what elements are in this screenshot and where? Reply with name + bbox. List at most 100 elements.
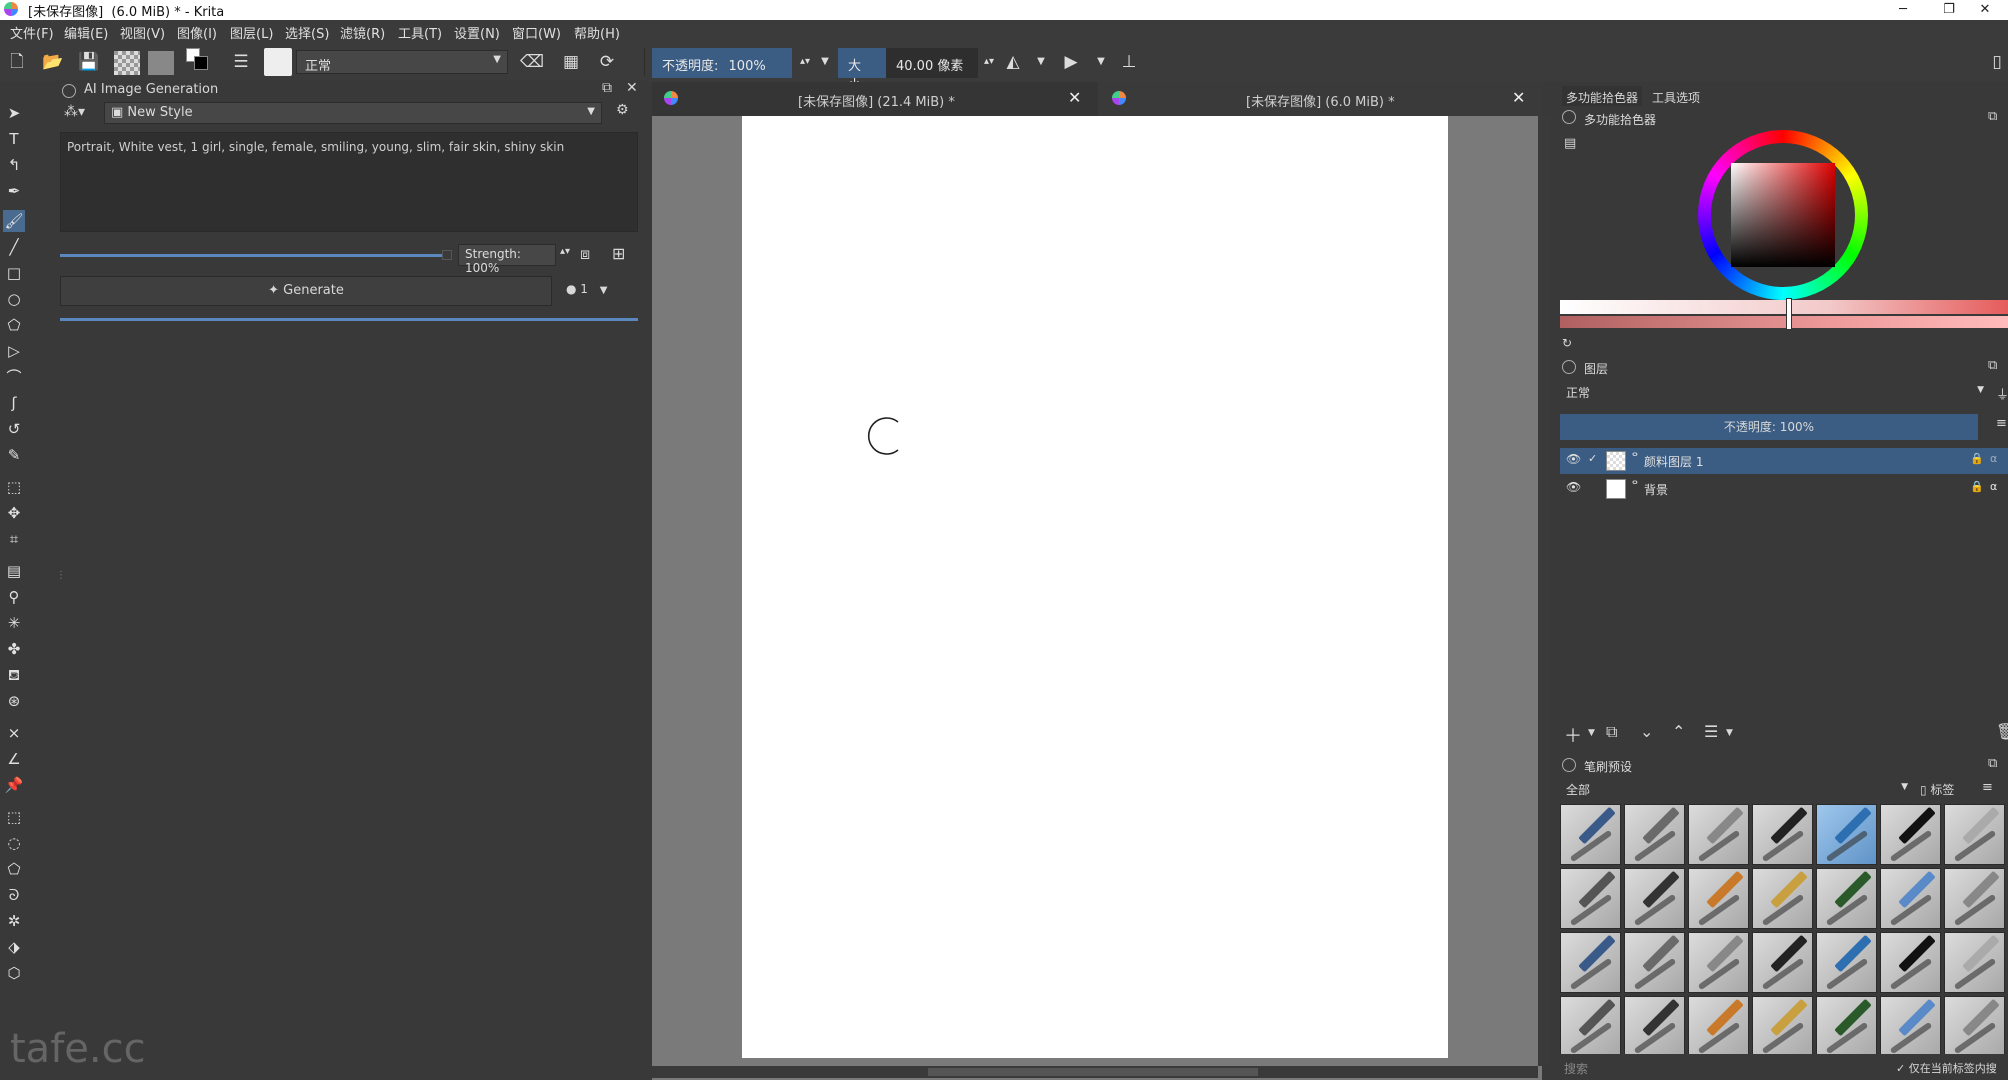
horizontal-scroll-thumb[interactable] bbox=[928, 1068, 1258, 1076]
close-window-button[interactable]: ✕ bbox=[1962, 0, 2008, 20]
reload-preset-icon[interactable]: ⟳ bbox=[596, 51, 618, 73]
chevron-down-icon[interactable]: ▼ bbox=[1726, 728, 1733, 738]
brush-preset-item[interactable] bbox=[1624, 804, 1685, 865]
toggle-docker-icon[interactable]: ▯ bbox=[1986, 51, 2008, 73]
vertical-scrollbar[interactable] bbox=[1538, 116, 1550, 1066]
filter-icon[interactable]: ⏚ bbox=[1996, 384, 2008, 403]
strength-slider[interactable] bbox=[60, 254, 442, 257]
brush-preset-item[interactable] bbox=[1944, 804, 2005, 865]
transform-tool-icon[interactable]: ⬚ bbox=[3, 476, 25, 498]
strength-slider-handle[interactable] bbox=[442, 250, 452, 260]
splitter-handle[interactable]: ⋮ bbox=[56, 570, 66, 581]
docker-lock-icon[interactable] bbox=[1562, 110, 1576, 124]
opacity-slider[interactable]: 不透明度: 100% bbox=[652, 48, 792, 78]
blend-mode-select[interactable]: 正常 ▼ bbox=[296, 50, 508, 74]
brush-preset-item[interactable] bbox=[1944, 996, 2005, 1054]
document-tab-1[interactable]: [未保存图像] (21.4 MiB) * ✕ bbox=[652, 82, 1098, 116]
brush-preset-item[interactable] bbox=[1560, 804, 1621, 865]
float-docker-icon[interactable]: ⧉ bbox=[1988, 109, 1997, 124]
reference-tool-icon[interactable]: 📌 bbox=[3, 774, 25, 796]
brush-preset-item[interactable] bbox=[1880, 804, 1941, 865]
assistant-tool-icon[interactable]: ⨯ bbox=[3, 722, 25, 744]
tab-advanced-color-selector[interactable]: 多功能拾色器 bbox=[1562, 86, 1642, 106]
strength-spinbox[interactable]: Strength: 100% bbox=[458, 244, 556, 275]
eraser-mode-icon[interactable]: ⌫ bbox=[520, 51, 544, 73]
brush-filter-select[interactable]: 全部 ▼ bbox=[1560, 780, 1914, 800]
docker-lock-icon[interactable] bbox=[62, 84, 76, 98]
close-tab-icon[interactable]: ✕ bbox=[1068, 88, 1081, 107]
dynamic-brush-tool-icon[interactable]: ↺ bbox=[3, 418, 25, 440]
polygon-select-tool-icon[interactable]: ⬠ bbox=[3, 858, 25, 880]
rectangle-tool-icon[interactable]: □ bbox=[3, 262, 25, 284]
prompt-input[interactable]: Portrait, White vest, 1 girl, single, fe… bbox=[60, 132, 638, 232]
brush-preset-item[interactable] bbox=[1752, 996, 1813, 1054]
gradient-swatch[interactable] bbox=[114, 51, 140, 75]
shade-bar-1[interactable] bbox=[1560, 300, 2008, 314]
minimize-button[interactable]: ─ bbox=[1880, 0, 1926, 20]
brush-preset-item[interactable] bbox=[1816, 996, 1877, 1054]
calligraphy-tool-icon[interactable]: ✒ bbox=[3, 180, 25, 202]
generate-button[interactable]: ✦ Generate bbox=[60, 276, 552, 306]
menu-help[interactable]: 帮助(H) bbox=[574, 23, 620, 42]
bezier-select-tool-icon[interactable]: ⬡ bbox=[3, 962, 25, 984]
similar-select-tool-icon[interactable]: ⬗ bbox=[3, 936, 25, 958]
wrap-around-icon[interactable]: ⊥ bbox=[1118, 51, 1140, 73]
enclose-fill-tool-icon[interactable]: ⊛ bbox=[3, 690, 25, 712]
menu-edit[interactable]: 编辑(E) bbox=[64, 23, 108, 42]
polyline-tool-icon[interactable]: ▷ bbox=[3, 340, 25, 362]
line-tool-icon[interactable]: ╱ bbox=[3, 236, 25, 258]
brush-preset-item[interactable] bbox=[1560, 932, 1621, 993]
refresh-icon[interactable]: ↻ bbox=[1562, 336, 1572, 350]
style-select[interactable]: ▣ New Style ▼ bbox=[104, 102, 602, 124]
freehand-path-tool-icon[interactable]: ʃ bbox=[3, 392, 25, 414]
docker-lock-icon[interactable] bbox=[1562, 758, 1576, 772]
add-region-icon[interactable]: ⊞ bbox=[612, 244, 625, 263]
size-spin-icon[interactable]: ▴▾ bbox=[978, 51, 1000, 73]
freehand-select-tool-icon[interactable]: ᘐ bbox=[3, 884, 25, 906]
brush-preset-item[interactable] bbox=[1688, 932, 1749, 993]
open-folder-icon[interactable]: 📂 bbox=[42, 51, 64, 73]
edit-shape-tool-icon[interactable]: ↰ bbox=[3, 154, 25, 176]
fg-bg-color-swatch[interactable] bbox=[186, 48, 208, 70]
text-tool-icon[interactable]: T bbox=[3, 128, 25, 150]
hue-ring[interactable] bbox=[1698, 130, 1868, 300]
preserve-alpha-icon[interactable]: ▦ bbox=[560, 51, 582, 73]
chevron-down-icon[interactable]: ▼ bbox=[1090, 51, 1112, 73]
canvas-paper[interactable] bbox=[742, 116, 1448, 1058]
freehand-brush-tool-icon[interactable]: 🖌 bbox=[3, 210, 25, 232]
horizontal-scrollbar[interactable] bbox=[652, 1066, 1538, 1078]
tag-button[interactable]: ▯ 标签 bbox=[1920, 781, 1954, 798]
magic-wand-icon[interactable]: ⁂▾ bbox=[64, 104, 85, 120]
multibrush-tool-icon[interactable]: ✎ bbox=[3, 444, 25, 466]
chevron-down-icon[interactable]: ▼ bbox=[1030, 51, 1052, 73]
brush-preset-item[interactable] bbox=[1688, 868, 1749, 929]
brush-preset-item[interactable] bbox=[1752, 868, 1813, 929]
polygon-tool-icon[interactable]: ⬠ bbox=[3, 314, 25, 336]
spin-arrows-icon[interactable]: ▴▾ bbox=[560, 246, 570, 257]
move-layer-down-icon[interactable]: ⌄ bbox=[1640, 722, 1653, 741]
move-tool-icon[interactable]: ✥ bbox=[3, 502, 25, 524]
menu-layer[interactable]: 图层(L) bbox=[230, 23, 273, 42]
opacity-spin-icon[interactable]: ▴▾ bbox=[794, 51, 816, 73]
brush-preset-item[interactable] bbox=[1944, 932, 2005, 993]
brush-preset-thumbnail[interactable] bbox=[264, 48, 292, 76]
pattern-swatch[interactable] bbox=[148, 51, 174, 75]
move-layer-up-icon[interactable]: ⌃ bbox=[1672, 722, 1685, 741]
layer-menu-icon[interactable]: ≡ bbox=[1996, 416, 2007, 431]
lock-icon[interactable]: 🔒 bbox=[1970, 480, 1984, 493]
saturation-value-square[interactable] bbox=[1731, 163, 1835, 267]
brush-preset-item[interactable] bbox=[1560, 996, 1621, 1054]
brush-preset-item[interactable] bbox=[1880, 868, 1941, 929]
alpha-lock-icon[interactable]: α bbox=[1990, 480, 1997, 493]
duplicate-layer-icon[interactable]: ⧉ bbox=[1606, 722, 1617, 742]
layer-row-paint[interactable]: 👁 ✓ ⴰ 颜料图层 1 🔒 α bbox=[1560, 448, 2008, 474]
layer-opacity-slider[interactable]: 不透明度: 100% bbox=[1560, 414, 1978, 440]
add-layer-icon[interactable]: ＋ bbox=[1564, 722, 1582, 748]
color-selector-settings-icon[interactable]: ▤ bbox=[1564, 136, 1576, 151]
select-shape-tool-icon[interactable]: ➤ bbox=[3, 102, 25, 124]
fill-tool-icon[interactable]: ⛾ bbox=[3, 664, 25, 686]
alpha-lock-icon[interactable]: α bbox=[1990, 452, 1997, 465]
gradient-tool-icon[interactable]: ▤ bbox=[3, 560, 25, 582]
brush-preset-item[interactable] bbox=[1624, 868, 1685, 929]
layer-name[interactable]: 颜料图层 1 bbox=[1644, 453, 1703, 470]
